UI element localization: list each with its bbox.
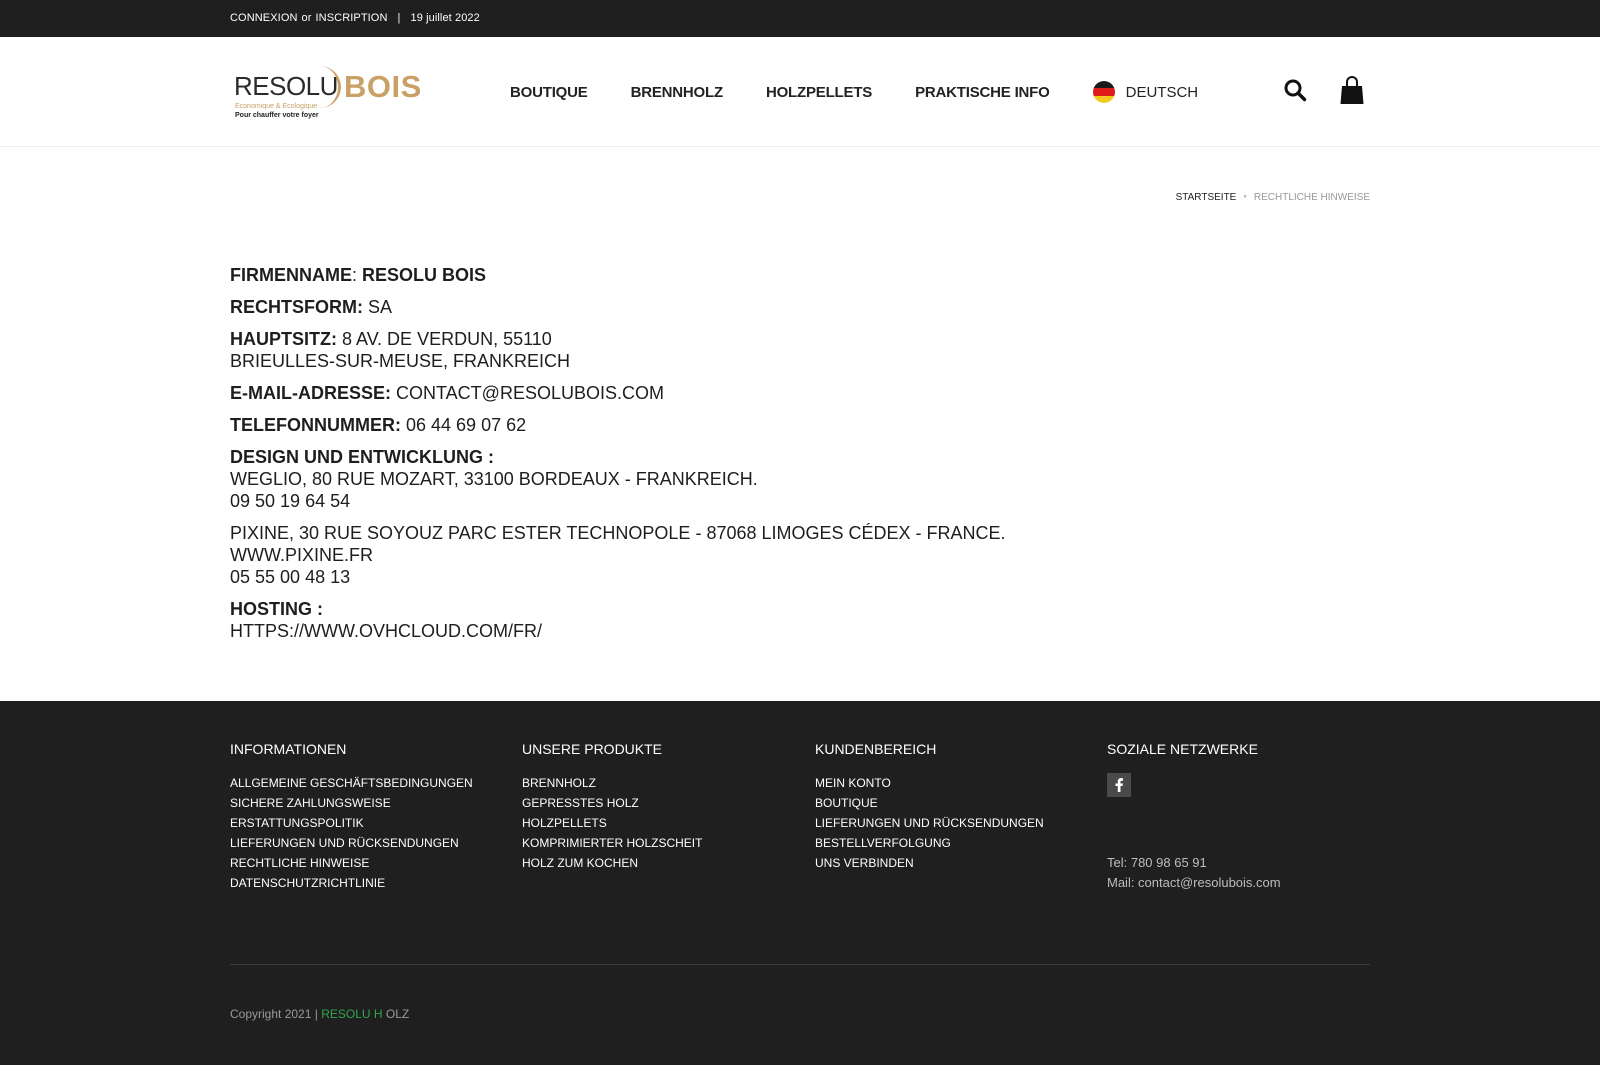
hosting-link[interactable]: HTTPS://WWW.OVHCLOUD.COM/FR/ [230, 620, 1370, 642]
pixine-website-link[interactable]: WWW.PIXINE.FR [230, 544, 1370, 566]
footer-phone: Tel: 780 98 65 91 [1107, 855, 1207, 870]
footer-link-payment[interactable]: SICHERE ZAHLUNGSWEISE [230, 793, 473, 813]
footer-link-connect[interactable]: UNS VERBINDEN [815, 853, 1044, 873]
site-header: RESOLU BOIS Economique & Ecologique Pour… [0, 37, 1600, 147]
pixine-address: PIXINE, 30 RUE SOYOUZ PARC ESTER TECHNOP… [230, 523, 1006, 543]
site-footer: INFORMATIONEN ALLGEMEINE GESCHÄFTSBEDING… [0, 701, 1600, 1065]
footer-link-holz-kochen[interactable]: HOLZ ZUM KOCHEN [522, 853, 702, 873]
legal-form-block: RECHTSFORM: SA [230, 296, 1370, 318]
legal-notice-content: FIRMENNAME: RESOLU BOIS RECHTSFORM: SA H… [230, 264, 1370, 652]
breadcrumb: STARTSEITE * RECHTLICHE HINWEISE [1176, 192, 1370, 203]
phone-label: TELEFONNUMMER: [230, 415, 401, 435]
phone-block: TELEFONNUMMER: 06 44 69 07 62 [230, 414, 1370, 436]
head-office-block: HAUPTSITZ: 8 AV. DE VERDUN, 55110 BRIEUL… [230, 328, 1370, 372]
legal-form-label: RECHTSFORM: [230, 297, 363, 317]
nav-item-praktische-info[interactable]: PRAKTISCHE INFO [915, 84, 1050, 101]
shopping-bag-icon [1340, 76, 1364, 104]
footer-link-delivery[interactable]: LIEFERUNGEN UND RÜCKSENDUNGEN [230, 833, 473, 853]
top-bar-content: CONNEXION or INSCRIPTION | 19 juillet 20… [230, 12, 480, 24]
breadcrumb-separator: * [1243, 192, 1247, 203]
design-label: DESIGN UND ENTWICKLUNG : [230, 447, 494, 467]
logo-subtagline: Pour chauffer votre foyer [235, 112, 319, 119]
footer-col-title: KUNDENBEREICH [815, 741, 937, 757]
footer-link-deliveries[interactable]: LIEFERUNGEN UND RÜCKSENDUNGEN [815, 813, 1044, 833]
breadcrumb-home[interactable]: STARTSEITE [1176, 192, 1237, 203]
login-link[interactable]: CONNEXION [230, 12, 298, 24]
cart-button[interactable] [1339, 75, 1365, 105]
topbar-separator: | [397, 12, 401, 24]
phone-value: 06 44 69 07 62 [406, 415, 527, 435]
search-icon [1284, 79, 1307, 102]
footer-link-brennholz[interactable]: BRENNHOLZ [522, 773, 702, 793]
logo-text-bois: BOIS [344, 69, 422, 104]
facebook-icon [1115, 778, 1123, 792]
design-phone: 09 50 19 64 54 [230, 491, 351, 511]
footer-link-holzpellets[interactable]: HOLZPELLETS [522, 813, 702, 833]
copyright: Copyright 2021 | RESOLU H OLZ [230, 1007, 409, 1021]
footer-link-gepresstes-holz[interactable]: GEPRESSTES HOLZ [522, 793, 702, 813]
footer-link-boutique[interactable]: BOUTIQUE [815, 793, 1044, 813]
company-name-colon: : [352, 265, 358, 285]
footer-link-legal[interactable]: RECHTLICHE HINWEISE [230, 853, 473, 873]
language-selector[interactable]: DEUTSCH [1092, 81, 1199, 103]
hosting-label: HOSTING : [230, 599, 323, 619]
footer-col-title: UNSERE PRODUKTE [522, 741, 663, 757]
search-button[interactable] [1283, 78, 1307, 102]
nav-item-brennholz[interactable]: BRENNHOLZ [631, 84, 724, 101]
pixine-phone: 05 55 00 48 13 [230, 567, 351, 587]
copyright-suffix: OLZ [385, 1007, 410, 1021]
site-logo[interactable]: RESOLU BOIS Economique & Ecologique Pour… [234, 65, 424, 121]
footer-divider [230, 964, 1370, 965]
germany-flag-icon [1092, 81, 1115, 103]
top-bar: CONNEXION or INSCRIPTION | 19 juillet 20… [0, 0, 1600, 37]
footer-link-privacy[interactable]: DATENSCHUTZRICHTLINIE [230, 873, 473, 893]
footer-col-social: SOZIALE NETZWERKE Tel: 780 98 65 91 Mail… [1107, 741, 1281, 893]
email-label: E-MAIL-ADRESSE: [230, 383, 391, 403]
head-office-label: HAUPTSITZ: [230, 329, 337, 349]
design-address: WEGLIO, 80 RUE MOZART, 33100 BORDEAUX - … [230, 469, 758, 489]
current-date: 19 juillet 2022 [410, 12, 480, 24]
head-office-line2: BRIEULLES-SUR-MEUSE, FRANKREICH [230, 351, 571, 371]
pixine-block: PIXINE, 30 RUE SOYOUZ PARC ESTER TECHNOP… [230, 522, 1370, 588]
company-name-label: FIRMENNAME [230, 265, 352, 285]
footer-email[interactable]: Mail: contact@resolubois.com [1107, 873, 1281, 893]
register-link[interactable]: INSCRIPTION [316, 12, 388, 24]
footer-col-title: INFORMATIONEN [230, 741, 347, 757]
footer-col-kundenbereich: KUNDENBEREICH MEIN KONTO BOUTIQUE LIEFER… [815, 741, 1044, 873]
head-office-line1: 8 AV. DE VERDUN, 55110 [342, 329, 552, 349]
legal-form-value: SA [368, 297, 393, 317]
or-text: or [301, 12, 312, 24]
company-name-value: RESOLU BOIS [362, 265, 487, 285]
facebook-button[interactable] [1107, 773, 1131, 797]
copyright-prefix: Copyright 2021 | [230, 1007, 318, 1021]
language-label: DEUTSCH [1125, 83, 1199, 101]
nav-item-boutique[interactable]: BOUTIQUE [510, 84, 588, 101]
footer-col-title: SOZIALE NETZWERKE [1107, 741, 1258, 757]
footer-link-order-tracking[interactable]: BESTELLVERFOLGUNG [815, 833, 1044, 853]
email-block: E-MAIL-ADRESSE: CONTACT@RESOLUBOIS.COM [230, 382, 1370, 404]
design-block: DESIGN UND ENTWICKLUNG : WEGLIO, 80 RUE … [230, 446, 1370, 512]
hosting-block: HOSTING : HTTPS://WWW.OVHCLOUD.COM/FR/ [230, 598, 1370, 642]
footer-link-holzscheit[interactable]: KOMPRIMIERTER HOLZSCHEIT [522, 833, 702, 853]
footer-link-refund[interactable]: ERSTATTUNGSPOLITIK [230, 813, 473, 833]
footer-col-produkte: UNSERE PRODUKTE BRENNHOLZ GEPRESSTES HOL… [522, 741, 702, 873]
email-value[interactable]: CONTACT@RESOLUBOIS.COM [396, 383, 664, 403]
main-nav: BOUTIQUE BRENNHOLZ HOLZPELLETS PRAKTISCH… [510, 81, 1198, 103]
nav-item-holzpellets[interactable]: HOLZPELLETS [766, 84, 872, 101]
footer-col-informationen: INFORMATIONEN ALLGEMEINE GESCHÄFTSBEDING… [230, 741, 473, 893]
footer-link-account[interactable]: MEIN KONTO [815, 773, 1044, 793]
copyright-brand-link[interactable]: RESOLU H [321, 1007, 382, 1021]
logo-tagline: Economique & Ecologique [235, 103, 318, 110]
footer-link-agb[interactable]: ALLGEMEINE GESCHÄFTSBEDINGUNGEN [230, 773, 473, 793]
breadcrumb-current: RECHTLICHE HINWEISE [1253, 192, 1370, 203]
company-name-block: FIRMENNAME: RESOLU BOIS [230, 264, 1370, 286]
